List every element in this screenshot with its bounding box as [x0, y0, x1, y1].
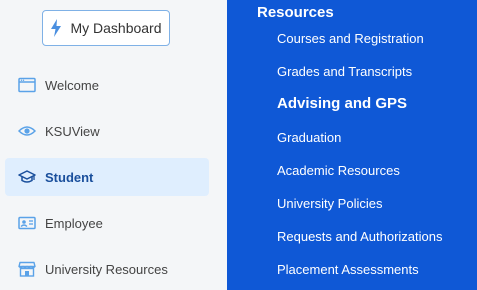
- storefront-icon: [18, 261, 36, 277]
- link-advising-and-gps[interactable]: Advising and GPS: [277, 95, 407, 112]
- graduation-cap-icon: [18, 169, 36, 185]
- resources-panel: Resources Courses and Registration Grade…: [227, 0, 477, 290]
- sidebar-item-university-resources[interactable]: University Resources: [5, 250, 209, 288]
- my-dashboard-button[interactable]: My Dashboard: [42, 10, 170, 46]
- sidebar-item-ksuview[interactable]: KSUView: [5, 112, 209, 150]
- sidebar-item-welcome[interactable]: Welcome: [5, 66, 209, 104]
- sidebar: My Dashboard Welcome KSUView Student Emp…: [0, 0, 227, 290]
- eye-icon: [17, 123, 37, 139]
- link-requests-and-authorizations[interactable]: Requests and Authorizations: [277, 229, 443, 244]
- my-dashboard-label: My Dashboard: [70, 20, 162, 36]
- resources-heading: Resources: [257, 4, 334, 21]
- link-grades-and-transcripts[interactable]: Grades and Transcripts: [277, 64, 412, 79]
- link-graduation[interactable]: Graduation: [277, 130, 341, 145]
- link-courses-and-registration[interactable]: Courses and Registration: [277, 31, 424, 46]
- sidebar-item-student[interactable]: Student: [5, 158, 209, 196]
- sidebar-item-employee[interactable]: Employee: [5, 204, 209, 242]
- lightning-bolt-icon: [50, 19, 62, 37]
- sidebar-item-label: KSUView: [45, 123, 100, 139]
- browser-window-icon: [18, 77, 36, 93]
- sidebar-item-label: Employee: [45, 215, 103, 231]
- sidebar-item-label: Student: [45, 169, 94, 185]
- id-card-icon: [18, 215, 36, 231]
- link-academic-resources[interactable]: Academic Resources: [277, 163, 400, 178]
- link-university-policies[interactable]: University Policies: [277, 196, 382, 211]
- link-placement-assessments[interactable]: Placement Assessments: [277, 262, 419, 277]
- sidebar-item-label: Welcome: [45, 77, 99, 93]
- sidebar-item-label: University Resources: [45, 261, 168, 277]
